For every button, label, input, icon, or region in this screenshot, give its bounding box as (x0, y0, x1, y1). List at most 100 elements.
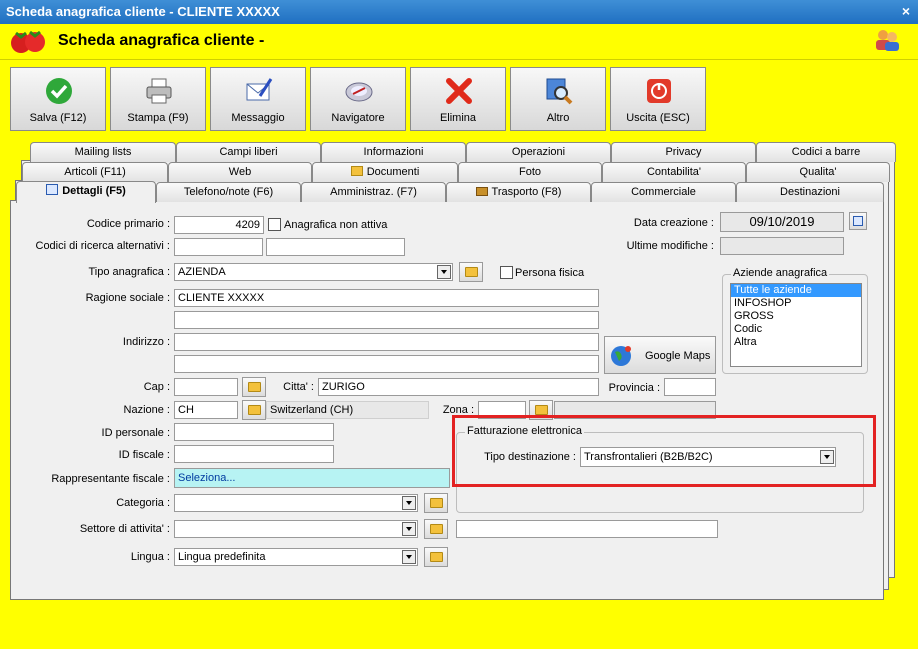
cap-folder-button[interactable] (242, 377, 266, 397)
message-label: Messaggio (231, 112, 285, 124)
list-item[interactable]: GROSS (731, 310, 861, 323)
google-maps-button[interactable]: Google Maps (604, 336, 716, 374)
calendar-button[interactable] (849, 212, 867, 230)
citta-input[interactable]: ZURIGO (318, 378, 599, 396)
globe-icon (611, 346, 631, 366)
calendar-icon (853, 216, 863, 226)
aziende-list[interactable]: Tutte le aziende INFOSHOP GROSS Codic Al… (730, 283, 862, 367)
codici-alternativi-label: Codici di ricerca alternativi : (35, 240, 171, 252)
message-button[interactable]: Messaggio (210, 67, 306, 131)
folder-icon (248, 405, 261, 415)
tab-contabilita[interactable]: Contabilita' (602, 162, 746, 182)
tab-amministraz[interactable]: Amministraz. (F7) (301, 182, 446, 202)
categoria-folder-button[interactable] (424, 493, 448, 513)
tab-foto[interactable]: Foto (458, 162, 602, 182)
settore-attivita-note-input[interactable] (456, 520, 718, 538)
tipo-anagrafica-folder-button[interactable] (459, 262, 483, 282)
codice-primario-input[interactable]: 4209 (174, 216, 264, 234)
codice-alternativo-2-input[interactable] (266, 238, 405, 256)
lingua-label: Lingua : (130, 551, 170, 563)
nazione-name: Switzerland (CH) (266, 401, 429, 419)
id-personale-input[interactable] (174, 423, 334, 441)
persona-fisica-label: Persona fisica (515, 267, 585, 279)
other-label: Altro (546, 112, 570, 124)
print-button[interactable]: Stampa (F9) (110, 67, 206, 131)
delete-icon (446, 78, 472, 104)
message-icon (246, 78, 273, 101)
delete-button[interactable]: Elimina (410, 67, 506, 131)
calendar-icon (46, 184, 59, 195)
ultime-modifiche-value (720, 237, 844, 255)
nazione-input[interactable]: CH (174, 401, 238, 419)
settore-attivita-select[interactable] (174, 520, 418, 538)
printer-icon (146, 78, 172, 104)
tab-destinazioni[interactable]: Destinazioni (736, 182, 884, 202)
tab-articoli[interactable]: Articoli (F11) (22, 162, 168, 182)
google-maps-label: Google Maps (645, 350, 711, 362)
tab-telefono-note[interactable]: Telefono/note (F6) (156, 182, 301, 202)
chevron-down-icon[interactable] (402, 522, 416, 536)
navigator-label: Navigatore (331, 112, 385, 124)
provincia-label: Provincia : (608, 382, 660, 394)
tab-mailing-lists[interactable]: Mailing lists (30, 142, 176, 162)
settore-folder-button[interactable] (424, 519, 448, 539)
tab-codici-a-barre[interactable]: Codici a barre (756, 142, 896, 162)
tab-campi-liberi[interactable]: Campi liberi (176, 142, 321, 162)
ragione-sociale-input[interactable]: CLIENTE XXXXX (174, 289, 599, 307)
folder-icon (430, 524, 443, 534)
lingua-select[interactable]: Lingua predefinita (174, 548, 418, 566)
chevron-down-icon[interactable] (437, 265, 451, 279)
other-button[interactable]: Altro (510, 67, 606, 131)
tab-operazioni[interactable]: Operazioni (466, 142, 611, 162)
ragione-sociale-2-input[interactable] (174, 311, 599, 329)
tab-commerciale[interactable]: Commerciale (591, 182, 736, 202)
folder-icon (465, 267, 478, 277)
tab-informazioni[interactable]: Informazioni (321, 142, 466, 162)
close-button[interactable]: × (902, 3, 910, 19)
aziende-anagrafica-caption: Aziende anagrafica (731, 267, 830, 279)
cap-label: Cap : (143, 381, 170, 393)
tipo-anagrafica-label: Tipo anagrafica : (88, 266, 170, 278)
codice-primario-label: Codice primario : (86, 218, 170, 230)
lingua-value: Lingua predefinita (178, 551, 266, 563)
header-band: Scheda anagrafica cliente - (0, 24, 918, 60)
categoria-label: Categoria : (116, 497, 170, 509)
indirizzo-2-input[interactable] (174, 355, 599, 373)
tab-qualita[interactable]: Qualita' (746, 162, 890, 182)
cap-input[interactable] (174, 378, 238, 396)
list-item[interactable]: INFOSHOP (731, 297, 861, 310)
rappresentante-fiscale-select[interactable]: Seleziona... (174, 468, 450, 488)
anagrafica-non-attiva-checkbox[interactable] (268, 218, 281, 231)
tab-trasporto-label: Trasporto (F8) (491, 186, 562, 198)
provincia-input[interactable] (664, 378, 716, 396)
categoria-select[interactable] (174, 494, 418, 512)
folder-icon (430, 552, 443, 562)
persona-fisica-checkbox[interactable] (500, 266, 513, 279)
tab-privacy[interactable]: Privacy (611, 142, 756, 162)
chevron-down-icon[interactable] (402, 550, 416, 564)
users-icon[interactable] (874, 28, 900, 52)
print-label: Stampa (F9) (127, 112, 189, 124)
folder-icon (350, 166, 363, 176)
nazione-folder-button[interactable] (242, 400, 266, 420)
codice-alternativo-1-input[interactable] (174, 238, 263, 256)
tipo-anagrafica-select[interactable]: AZIENDA (174, 263, 453, 281)
list-item[interactable]: Altra (731, 336, 861, 349)
indirizzo-label: Indirizzo : (122, 336, 170, 348)
rappresentante-fiscale-label: Rappresentante fiscale : (51, 473, 170, 485)
chevron-down-icon[interactable] (402, 496, 416, 510)
exit-button[interactable]: Uscita (ESC) (610, 67, 706, 131)
tab-web[interactable]: Web (168, 162, 312, 182)
save-button[interactable]: Salva (F12) (10, 67, 106, 131)
tab-documenti[interactable]: Documenti (312, 162, 458, 182)
list-item[interactable]: Tutte le aziende (731, 284, 861, 297)
page-title: Scheda anagrafica cliente - (58, 32, 265, 49)
tab-trasporto[interactable]: Trasporto (F8) (446, 182, 591, 202)
list-item[interactable]: Codic (731, 323, 861, 336)
folder-icon (248, 382, 261, 392)
lingua-folder-button[interactable] (424, 547, 448, 567)
tab-dettagli[interactable]: Dettagli (F5) (16, 181, 156, 203)
navigator-button[interactable]: Navigatore (310, 67, 406, 131)
indirizzo-input[interactable] (174, 333, 599, 351)
id-fiscale-input[interactable] (174, 445, 334, 463)
